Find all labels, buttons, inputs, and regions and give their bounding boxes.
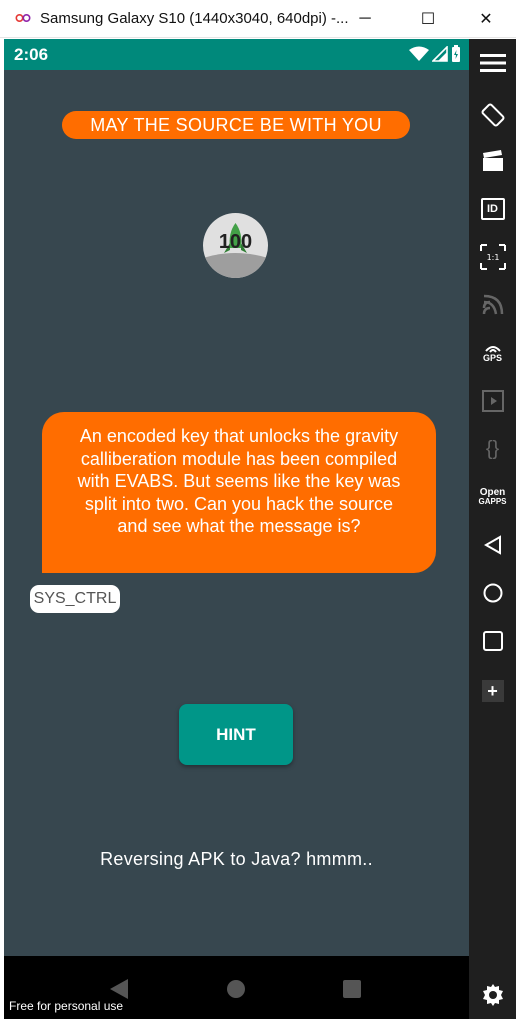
- media-icon[interactable]: [469, 383, 516, 419]
- message-bubble: An encoded key that unlocks the gravity …: [42, 412, 436, 573]
- minimize-button[interactable]: ─: [342, 4, 388, 34]
- overview-icon[interactable]: [469, 623, 516, 659]
- opengapps-open-label: Open: [479, 487, 506, 498]
- code-icon[interactable]: {}: [469, 431, 516, 467]
- device-id-icon[interactable]: ID: [469, 191, 516, 227]
- watermark-text: Free for personal use: [9, 999, 124, 1013]
- rotate-icon[interactable]: [469, 97, 516, 133]
- status-bar: 2:06: [4, 39, 469, 70]
- add-icon[interactable]: +: [469, 673, 516, 709]
- wifi-icon: [409, 46, 429, 61]
- device-screen: 2:06 MAY THE SOURCE BE WITH YOU 100 An e…: [4, 39, 469, 1019]
- gps-label: GPS: [482, 353, 502, 363]
- cast-icon[interactable]: [469, 287, 516, 323]
- gps-icon[interactable]: GPS: [469, 335, 516, 371]
- badge-value: 100: [218, 231, 253, 253]
- sender-label: SYS_CTRL: [30, 585, 120, 613]
- emulator-toolbar: ID 1:1 GPS {} Open GAPPS +: [469, 39, 516, 1019]
- status-time: 2:06: [14, 45, 49, 64]
- nav-overview-icon[interactable]: [337, 974, 367, 1004]
- signal-icon: [432, 46, 448, 62]
- genymotion-logo-icon: [15, 13, 31, 23]
- battery-icon: [452, 45, 460, 62]
- screen-record-icon[interactable]: [469, 143, 516, 179]
- maximize-button[interactable]: ☐: [405, 4, 451, 34]
- window-title: Samsung Galaxy S10 (1440x3040, 640dpi) -…: [40, 10, 349, 27]
- menu-icon[interactable]: [469, 45, 516, 81]
- back-icon[interactable]: [469, 527, 516, 563]
- header-pill: MAY THE SOURCE BE WITH YOU: [62, 111, 410, 139]
- opengapps-gapps-label: GAPPS: [478, 497, 507, 506]
- window-titlebar: Samsung Galaxy S10 (1440x3040, 640dpi) -…: [0, 0, 516, 38]
- opengapps-icon[interactable]: Open GAPPS: [469, 479, 516, 515]
- hint-button[interactable]: HINT: [179, 704, 293, 765]
- svg-text:1:1: 1:1: [486, 253, 499, 262]
- score-badge: 100: [203, 213, 268, 278]
- close-button[interactable]: ✕: [463, 4, 509, 34]
- resize-icon[interactable]: 1:1: [469, 239, 516, 275]
- device-id-label: ID: [480, 198, 505, 220]
- settings-icon[interactable]: [469, 977, 516, 1013]
- home-icon[interactable]: [469, 575, 516, 611]
- footer-text: Reversing APK to Java? hmmm..: [100, 849, 373, 869]
- nav-home-icon[interactable]: [221, 974, 251, 1004]
- status-icons: [409, 45, 461, 63]
